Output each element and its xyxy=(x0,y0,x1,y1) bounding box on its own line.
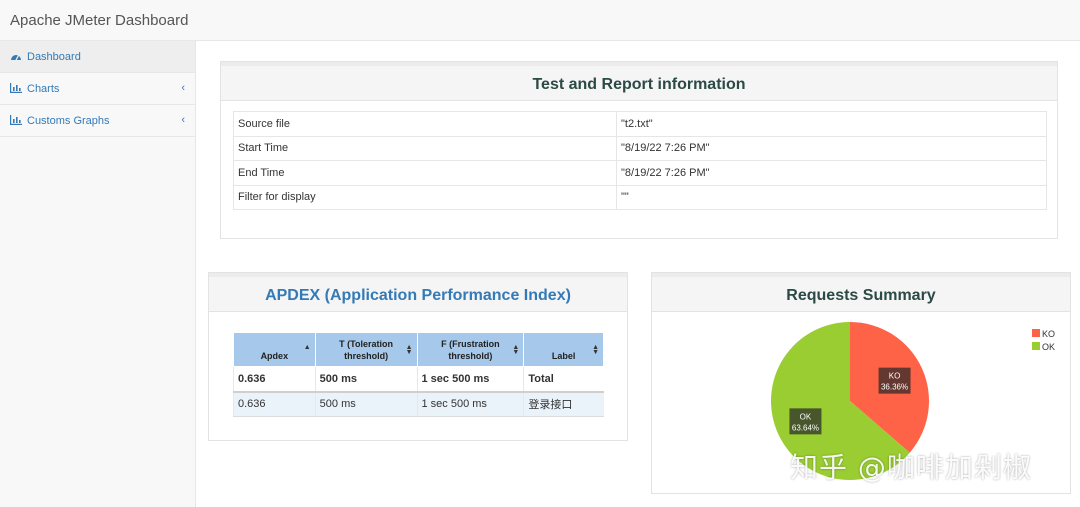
report-info-panel: Test and Report information Source file … xyxy=(220,61,1058,239)
column-header-toleration[interactable]: T (Toleration threshold) ▲ ▼ xyxy=(314,332,418,367)
dashboard-gauge-icon xyxy=(11,55,21,61)
apdex-panel: APDEX (Application Performance Index) Ap… xyxy=(208,272,628,441)
info-value: "" xyxy=(616,184,1047,210)
table-row: Source file "t2.txt" xyxy=(233,111,1047,137)
apdex-cell: 500 ms xyxy=(314,366,417,393)
requests-summary-title: Requests Summary xyxy=(652,273,1070,312)
info-value: "8/19/22 7:26 PM" xyxy=(616,160,1047,186)
svg-text:63.64%: 63.64% xyxy=(792,423,819,432)
sidebar-item-charts[interactable]: Charts ‹ xyxy=(0,73,195,105)
column-header-label[interactable]: Label ▲ ▼ xyxy=(523,332,604,367)
legend-item-ko[interactable]: KO xyxy=(1032,329,1055,339)
column-header-frustration[interactable]: F (Frustration threshold) ▲ ▼ xyxy=(416,332,525,367)
info-key: End Time xyxy=(233,160,617,186)
info-key: Filter for display xyxy=(233,184,617,210)
sidebar-item-dashboard[interactable]: Dashboard xyxy=(0,41,195,73)
sidebar-item-customs-graphs[interactable]: Customs Graphs ‹ xyxy=(0,105,195,137)
svg-text:KO: KO xyxy=(889,372,901,381)
table-row: Start Time "8/19/22 7:26 PM" xyxy=(233,135,1047,161)
apdex-cell: Total xyxy=(523,366,604,393)
table-row-total: 0.636 500 ms 1 sec 500 ms Total xyxy=(233,366,604,393)
info-key: Start Time xyxy=(233,135,617,161)
legend-item-ok[interactable]: OK xyxy=(1032,342,1055,352)
pie-label-ko: KO 36.36% xyxy=(878,367,911,394)
table-row: Filter for display "" xyxy=(233,184,1047,210)
apdex-table: Apdex ▲ T (Toleration threshold) ▲ ▼ F (Fru… xyxy=(233,332,604,417)
apdex-cell: 500 ms xyxy=(314,391,417,417)
top-navbar: Apache JMeter Dashboard xyxy=(0,0,1080,41)
apdex-cell: 1 sec 500 ms xyxy=(416,391,524,417)
info-value: "8/19/22 7:26 PM" xyxy=(616,135,1047,161)
sort-asc-icon: ▲ xyxy=(303,344,311,351)
watermark-text: 知乎 @咖啡加剁椒 xyxy=(790,451,1032,484)
svg-text:KO: KO xyxy=(1042,329,1055,339)
sidebar-item-label: Dashboard xyxy=(27,51,81,63)
bar-chart-icon xyxy=(10,115,22,125)
column-header-apdex[interactable]: Apdex ▲ xyxy=(233,332,316,367)
table-row: 0.636 500 ms 1 sec 500 ms 登录接口 xyxy=(233,391,604,417)
apdex-cell: 登录接口 xyxy=(523,391,604,417)
chevron-left-icon[interactable]: ‹ xyxy=(181,82,185,94)
sidebar: Dashboard Charts ‹ Customs Graphs ‹ xyxy=(0,41,196,507)
apdex-cell: 1 sec 500 ms xyxy=(416,366,524,393)
apdex-cell: 0.636 xyxy=(233,391,316,417)
info-key: Source file xyxy=(233,111,617,137)
svg-text:36.36%: 36.36% xyxy=(881,383,908,392)
sort-icon: ▲ ▼ xyxy=(512,344,520,356)
report-info-title: Test and Report information xyxy=(221,62,1057,101)
report-info-table: Source file "t2.txt" Start Time "8/19/22… xyxy=(233,111,1047,210)
svg-text:OK: OK xyxy=(800,412,812,421)
app-title[interactable]: Apache JMeter Dashboard xyxy=(10,12,188,29)
info-value: "t2.txt" xyxy=(616,111,1047,137)
table-row: End Time "8/19/22 7:26 PM" xyxy=(233,160,1047,186)
sidebar-item-label: Charts xyxy=(27,83,60,95)
pie-label-ok: OK 63.64% xyxy=(789,408,822,435)
svg-text:OK: OK xyxy=(1042,342,1055,352)
sort-icon: ▲ ▼ xyxy=(405,344,413,356)
bar-chart-icon xyxy=(10,83,22,93)
apdex-cell: 0.636 xyxy=(233,366,316,393)
chevron-left-icon[interactable]: ‹ xyxy=(181,114,185,126)
apdex-title: APDEX (Application Performance Index) xyxy=(209,273,627,312)
table-header-row: Apdex ▲ T (Toleration threshold) ▲ ▼ F (Fru… xyxy=(233,332,604,367)
sidebar-item-label: Customs Graphs xyxy=(27,115,110,127)
sort-icon: ▲ ▼ xyxy=(592,344,599,356)
